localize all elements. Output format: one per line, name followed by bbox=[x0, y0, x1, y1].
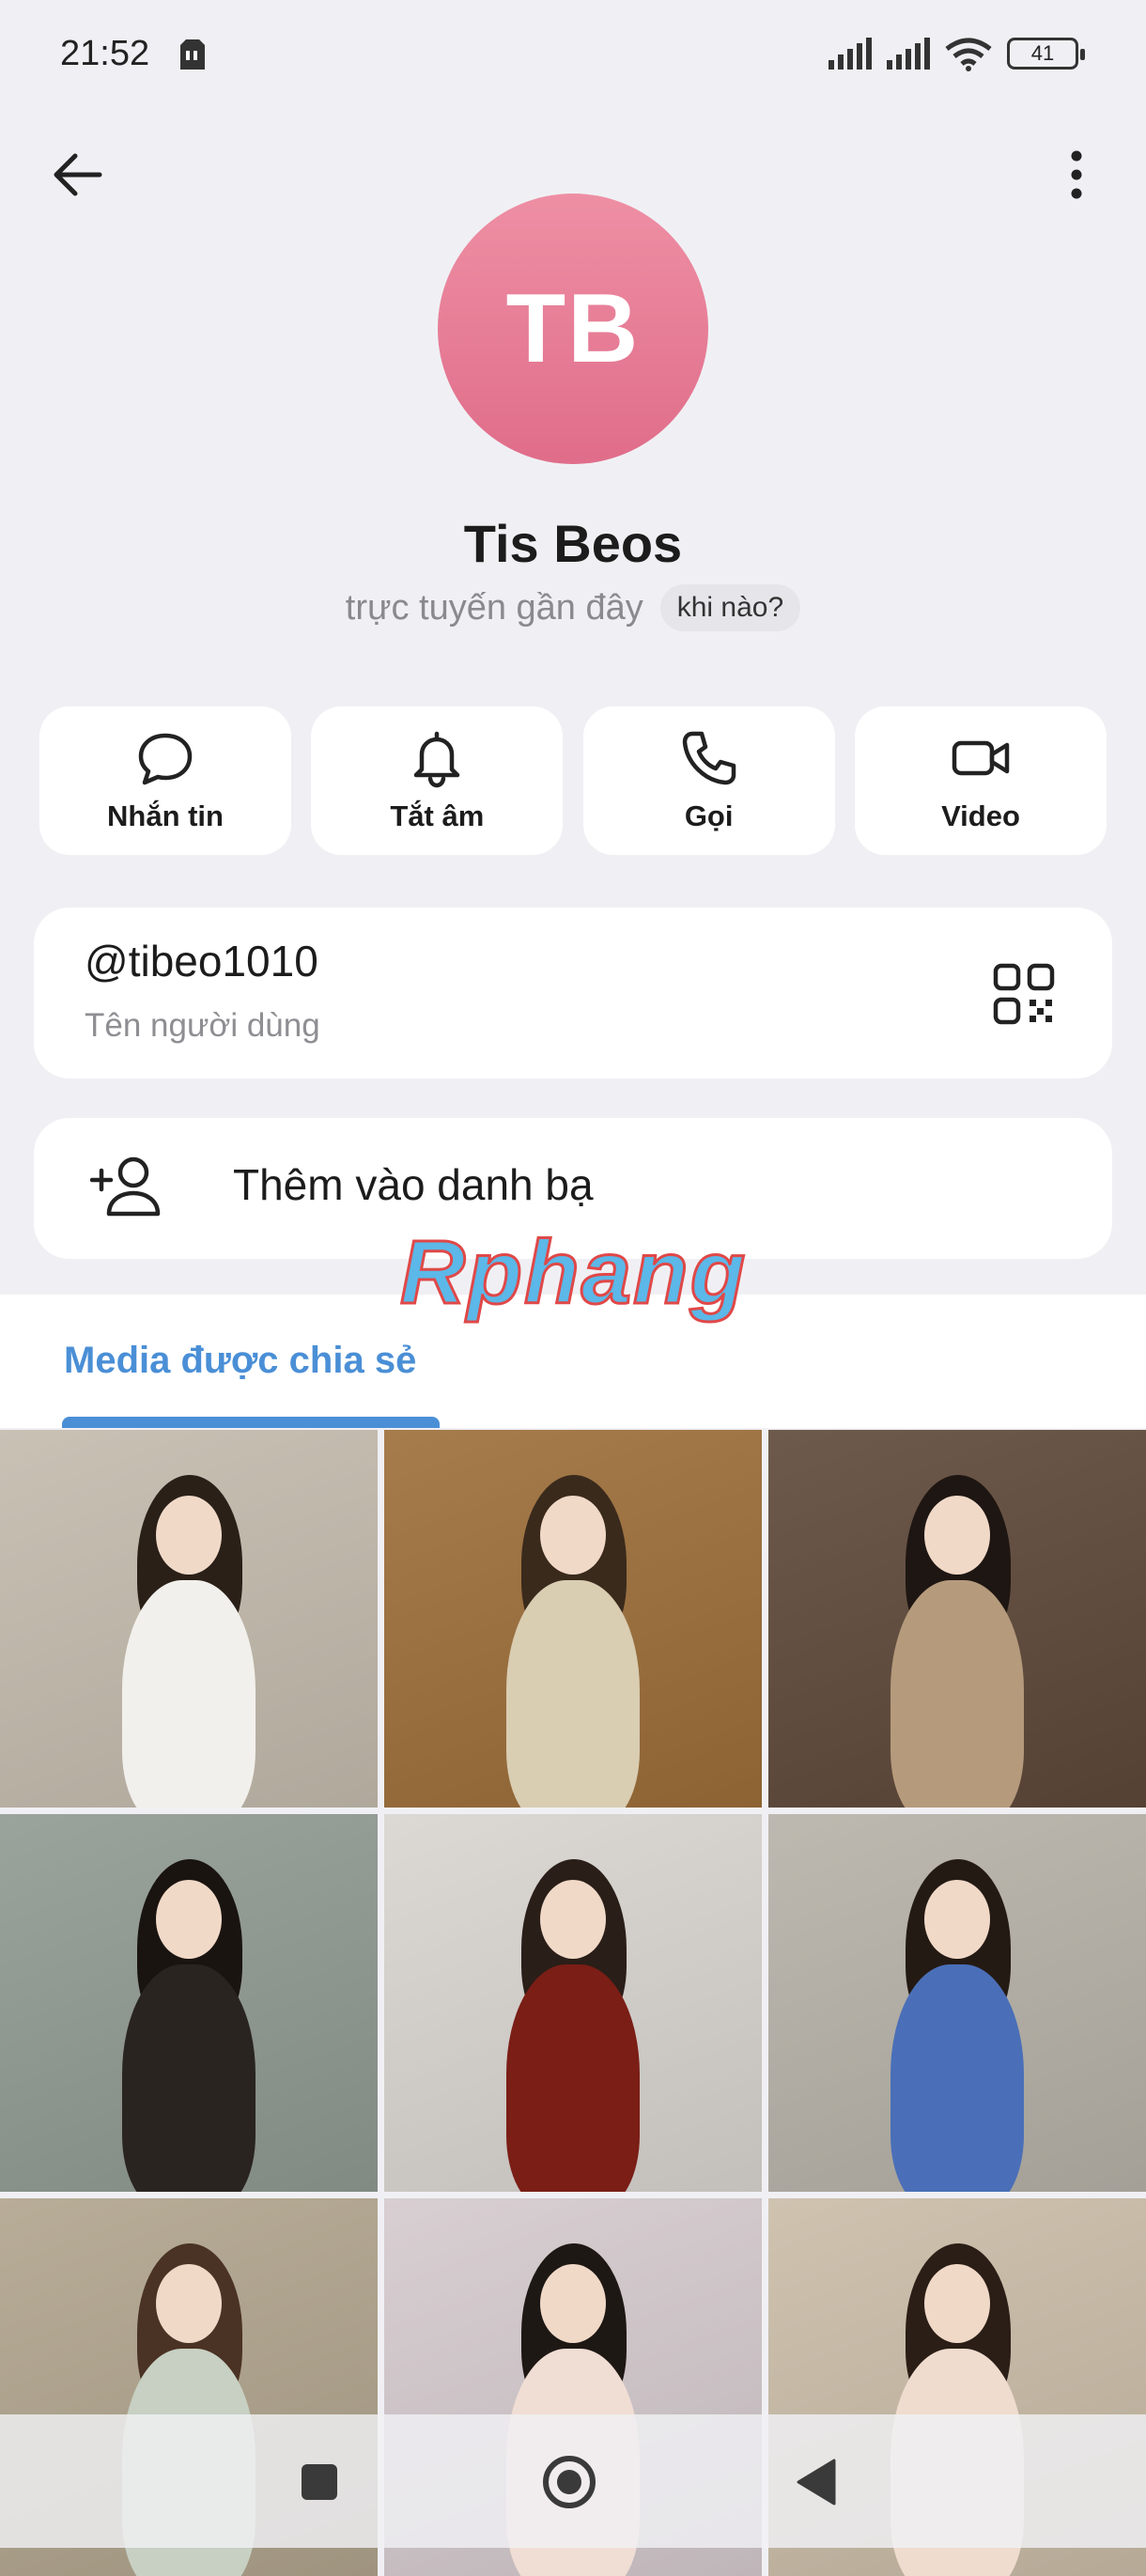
photo-lace-dress[interactable] bbox=[0, 1814, 378, 2192]
tab-indicator bbox=[62, 1417, 440, 1428]
username-caption: Tên người dùng bbox=[85, 1007, 320, 1044]
profile-name: Tis Beos bbox=[463, 514, 683, 573]
action-buttons: Nhắn tin Tắt âm Gọi Video bbox=[39, 706, 1107, 855]
photo-subject-head bbox=[156, 1496, 222, 1575]
last-seen-row: trực tuyến gần đây khi nào? bbox=[0, 584, 1146, 631]
photo-subject-body bbox=[890, 1580, 1024, 1808]
status-bar: 21:52 41 bbox=[0, 0, 1146, 113]
username: @tibeo1010 bbox=[85, 937, 318, 985]
photo-subject-head bbox=[540, 2264, 606, 2343]
photo-wooden-door[interactable] bbox=[384, 1430, 762, 1808]
wifi-icon bbox=[945, 38, 992, 71]
username-card[interactable]: @tibeo1010 Tên người dùng bbox=[34, 908, 1112, 1079]
add-user-icon bbox=[90, 1156, 161, 1217]
photo-subject-head bbox=[924, 1880, 990, 1959]
message-label: Nhắn tin bbox=[107, 799, 224, 832]
photo-subject-body bbox=[506, 1580, 640, 1808]
photo-cafe-counter[interactable] bbox=[0, 1430, 378, 1808]
home-circle-icon bbox=[543, 2456, 596, 2508]
photo-blue-bodysuit[interactable] bbox=[768, 1814, 1146, 2192]
mute-button[interactable]: Tắt âm bbox=[311, 706, 564, 855]
watermark-logo: Rphang bbox=[398, 1221, 748, 1325]
sim-card-icon bbox=[180, 39, 205, 70]
message-button[interactable]: Nhắn tin bbox=[39, 706, 291, 855]
signal-icon bbox=[829, 38, 872, 70]
signal-icon-2 bbox=[887, 38, 930, 70]
photo-subject-head bbox=[156, 2264, 222, 2343]
photo-subject-body bbox=[122, 1580, 256, 1808]
back-nav-button[interactable] bbox=[782, 2448, 849, 2516]
recents-button[interactable] bbox=[286, 2448, 353, 2516]
photo-subject-body bbox=[506, 1964, 640, 2192]
last-seen-text: trực tuyến gần đây bbox=[345, 587, 643, 628]
photo-subject-head bbox=[540, 1880, 606, 1959]
photo-subject-head bbox=[156, 1880, 222, 1959]
qr-code-icon[interactable] bbox=[992, 962, 1056, 1026]
navigation-bar bbox=[0, 2414, 1146, 2548]
square-icon bbox=[302, 2464, 337, 2500]
photo-trench-coat[interactable] bbox=[768, 1430, 1146, 1808]
photo-subject-head bbox=[540, 1496, 606, 1575]
when-chip[interactable]: khi nào? bbox=[659, 584, 801, 631]
arrow-left-icon bbox=[54, 153, 102, 196]
photo-red-sweater[interactable] bbox=[384, 1814, 762, 2192]
call-label: Gọi bbox=[684, 799, 734, 832]
bell-icon bbox=[414, 731, 460, 788]
message-icon bbox=[138, 733, 193, 785]
clock: 21:52 bbox=[60, 34, 150, 73]
avatar[interactable]: TB bbox=[438, 194, 708, 464]
more-vertical-icon bbox=[1071, 150, 1082, 199]
avatar-initials: TB bbox=[505, 273, 641, 383]
photo-subject-head bbox=[924, 2264, 990, 2343]
photo-subject-head bbox=[924, 1496, 990, 1575]
photo-subject-body bbox=[122, 1964, 256, 2192]
mute-label: Tắt âm bbox=[390, 799, 485, 832]
back-button[interactable] bbox=[43, 141, 111, 209]
phone-icon bbox=[682, 731, 736, 785]
more-options-button[interactable] bbox=[1043, 141, 1110, 209]
battery-icon: 41 bbox=[1007, 38, 1085, 70]
triangle-back-icon bbox=[797, 2459, 836, 2506]
video-label: Video bbox=[941, 799, 1020, 832]
video-call-button[interactable]: Video bbox=[854, 706, 1107, 855]
home-button[interactable] bbox=[535, 2448, 603, 2516]
tab-shared-media[interactable]: Media được chia sẻ bbox=[64, 1340, 416, 1382]
add-contact-label: Thêm vào danh bạ bbox=[233, 1160, 594, 1209]
call-button[interactable]: Gọi bbox=[582, 706, 835, 855]
video-icon bbox=[952, 740, 1010, 776]
photo-subject-body bbox=[890, 1964, 1024, 2192]
